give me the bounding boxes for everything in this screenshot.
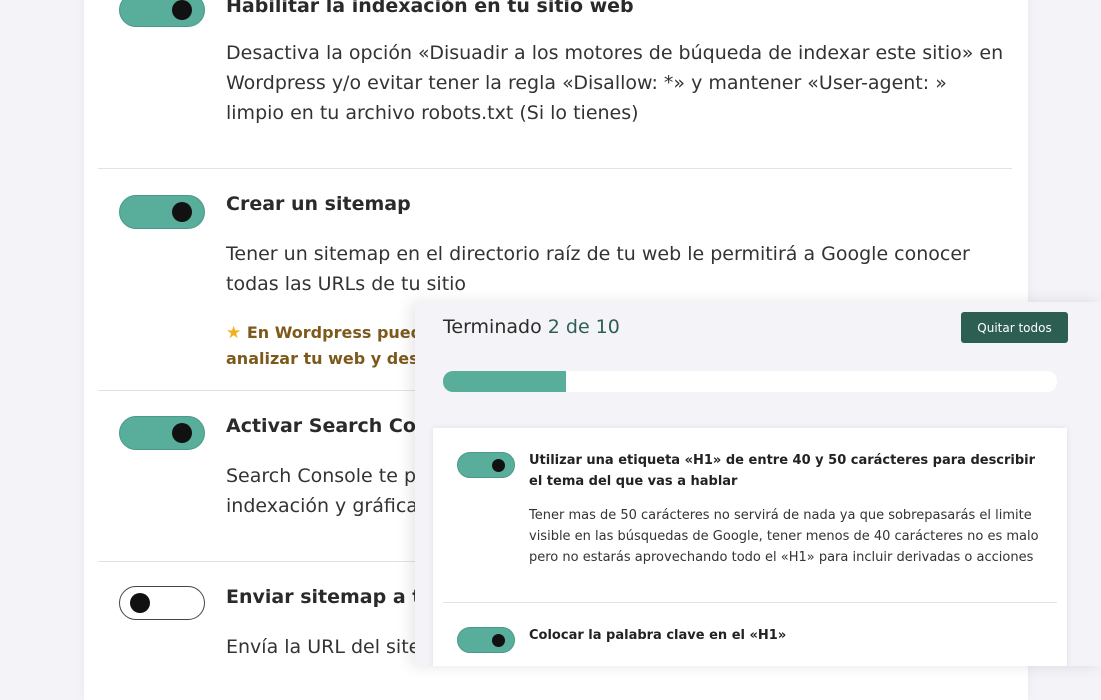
item-title: Crear un sitemap [226, 193, 411, 215]
checklist-subcard: Utilizar una etiqueta «H1» de entre 40 y… [433, 428, 1067, 666]
item-description: Desactiva la opción «Disuadir a los moto… [226, 42, 1004, 124]
tip-line-2: analizar tu web y desca [226, 349, 439, 368]
toggle-knob [130, 593, 150, 613]
toggle-knob [172, 0, 192, 20]
toggle-switch-on[interactable] [457, 627, 515, 653]
item-title: Habilitar la indexación en tu sitio web [226, 0, 634, 17]
item-title: Utilizar una etiqueta «H1» de entre 40 y… [529, 453, 1036, 489]
toggle-switch-on[interactable] [119, 0, 205, 27]
progress-label: Terminado 2 de 10 [443, 316, 620, 338]
tip-line-1: En Wordpress pued [246, 323, 423, 342]
divider [98, 168, 1012, 169]
description-line-2: indexación y gráficas [226, 495, 428, 517]
progress-bar-fill [443, 371, 566, 392]
toggle-knob [172, 202, 192, 222]
toggle-knob [492, 634, 505, 647]
divider [443, 602, 1057, 603]
item-title: Activar Search Con [226, 415, 430, 437]
item-description: Tener un sitemap en el directorio raíz d… [226, 243, 970, 295]
progress-bar [443, 371, 1057, 392]
progress-panel: Terminado 2 de 10 Quitar todos Utilizar … [415, 302, 1101, 666]
item-description: Tener mas de 50 carácteres no servirá de… [529, 508, 1039, 565]
star-icon: ★ [226, 323, 242, 343]
toggle-switch-off[interactable] [119, 586, 205, 620]
item-title: Enviar sitemap a tr [226, 586, 431, 608]
toggle-switch-on[interactable] [119, 416, 205, 450]
description-line-1: Search Console te p [226, 465, 417, 487]
progress-status: Terminado [443, 316, 542, 338]
item-title: Colocar la palabra clave en el «H1» [529, 628, 787, 643]
toggle-switch-on[interactable] [457, 452, 515, 478]
toggle-knob [172, 423, 192, 443]
toggle-knob [492, 459, 505, 472]
quit-all-button[interactable]: Quitar todos [961, 312, 1068, 343]
progress-count: 2 de 10 [547, 316, 620, 338]
toggle-switch-on[interactable] [119, 195, 205, 229]
